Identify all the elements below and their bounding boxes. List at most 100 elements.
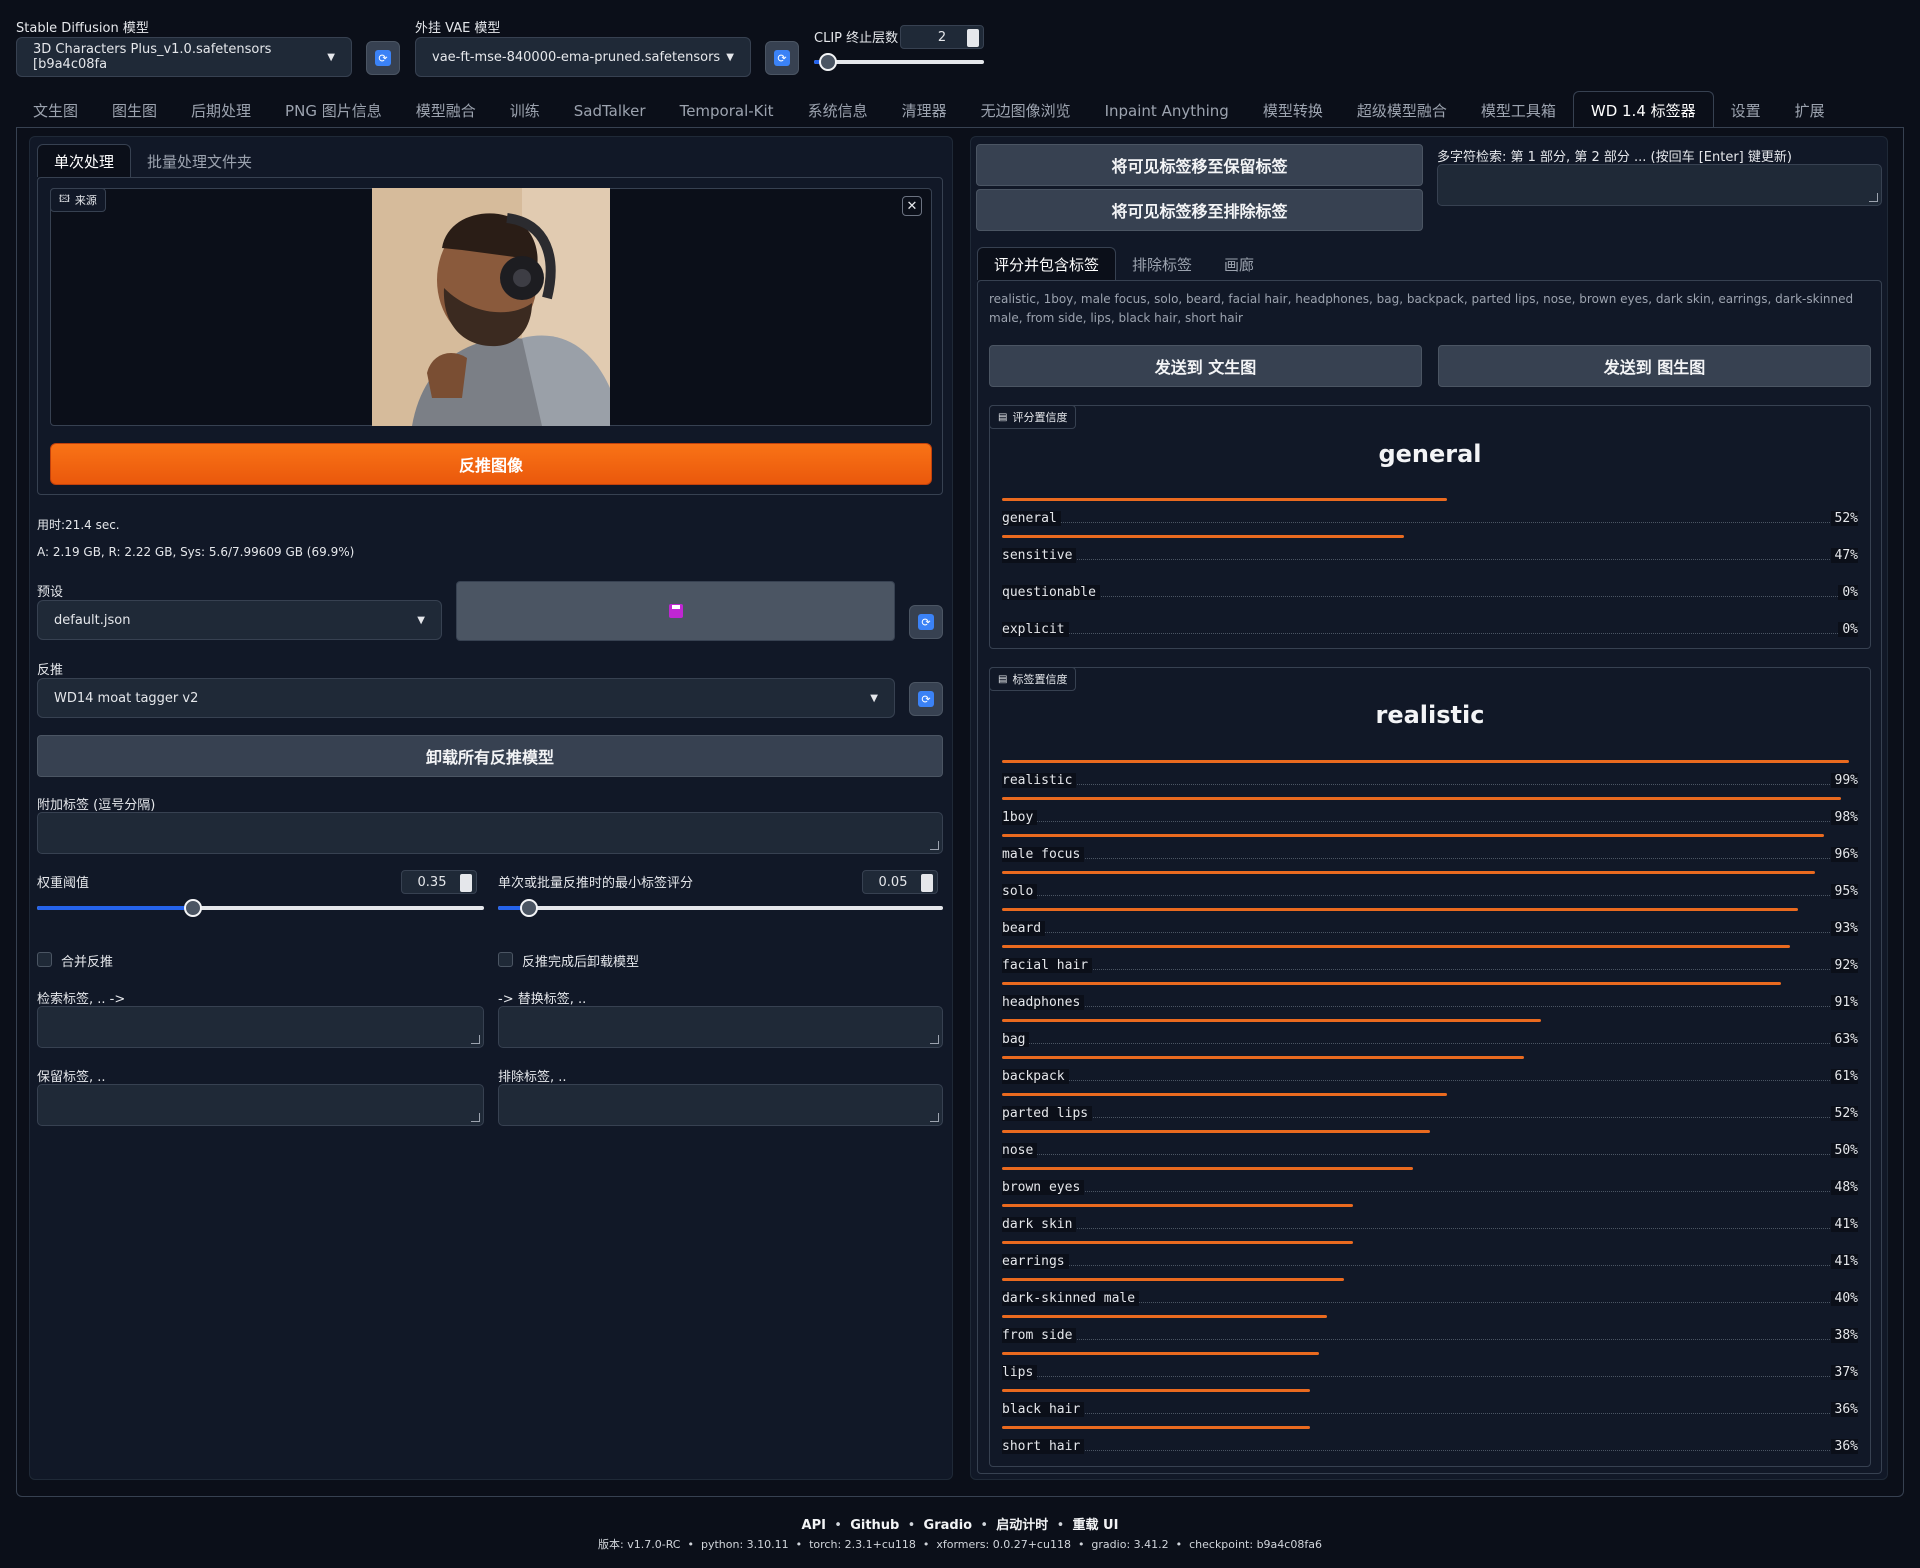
confidence-percent: 37% — [1830, 1365, 1858, 1380]
confidence-row: earrings 41% — [1002, 1241, 1858, 1278]
footer-link-4[interactable]: 重载 UI — [1073, 1518, 1119, 1533]
footer-separator: • — [825, 1518, 851, 1533]
tab-9[interactable]: 清理器 — [885, 92, 964, 128]
tab-1[interactable]: 图生图 — [95, 92, 174, 128]
chevron-down-icon: ▼ — [726, 51, 734, 63]
refresh-vae-button[interactable]: ⟳ — [765, 41, 799, 75]
footer-link-0[interactable]: API — [802, 1518, 826, 1533]
spinner-icon[interactable] — [967, 29, 979, 47]
unload-after-checkbox[interactable] — [498, 952, 513, 967]
tab-7[interactable]: Temporal-Kit — [663, 92, 791, 128]
cumulative-checkbox[interactable] — [37, 952, 52, 967]
save-preset-button[interactable] — [456, 581, 895, 641]
dotted-leader — [1002, 1006, 1858, 1007]
confidence-label: brown eyes — [1002, 1180, 1085, 1195]
confidence-row: bag 63% — [1002, 1019, 1858, 1056]
spinner-icon[interactable] — [921, 874, 933, 892]
tab-11[interactable]: Inpaint Anything — [1088, 92, 1246, 128]
confidence-row: lips 37% — [1002, 1352, 1858, 1389]
vae-dropdown[interactable]: vae-ft-mse-840000-ema-pruned.safetensors… — [415, 37, 751, 77]
tab-3[interactable]: PNG 图片信息 — [268, 92, 399, 128]
tab-8[interactable]: 系统信息 — [791, 92, 885, 128]
confidence-percent: 95% — [1830, 884, 1858, 899]
tab-6[interactable]: SadTalker — [557, 92, 663, 128]
weight-threshold-label: 权重阈值 — [37, 876, 90, 891]
replace-tags-input[interactable] — [498, 1006, 943, 1048]
move-visible-to-keep-button[interactable]: 将可见标签移至保留标签 — [976, 144, 1423, 186]
send-to-img2img-button[interactable]: 发送到 图生图 — [1438, 345, 1871, 387]
confidence-percent: 63% — [1830, 1032, 1858, 1047]
clip-skip-slider[interactable] — [814, 53, 984, 71]
tag-search-input[interactable] — [1437, 164, 1882, 206]
tab-0[interactable]: 文生图 — [16, 92, 95, 128]
refresh-sd-model-button[interactable]: ⟳ — [366, 41, 400, 75]
floppy-disk-icon — [668, 604, 683, 618]
confidence-label: headphones — [1002, 995, 1085, 1010]
confidence-label: facial hair — [1002, 958, 1093, 973]
confidence-label: 1boy — [1002, 810, 1038, 825]
tab-2[interactable]: 后期处理 — [174, 92, 268, 128]
tag-top-label: realistic — [1375, 701, 1485, 729]
interrogator-dropdown[interactable]: WD14 moat tagger v2 ▼ — [37, 678, 895, 718]
tab-13[interactable]: 超级模型融合 — [1340, 92, 1464, 128]
clip-skip-input[interactable]: 2 — [900, 25, 984, 49]
send-to-txt2img-button[interactable]: 发送到 文生图 — [989, 345, 1422, 387]
subtab-excluded-tags[interactable]: 排除标签 — [1116, 248, 1208, 280]
tab-15[interactable]: WD 1.4 标签器 — [1572, 91, 1714, 128]
confidence-percent: 41% — [1830, 1217, 1858, 1232]
footer-link-3[interactable]: 启动计时 — [996, 1518, 1048, 1533]
unload-all-models-button[interactable]: 卸载所有反推模型 — [37, 735, 943, 777]
weight-threshold-slider[interactable] — [37, 899, 484, 917]
footer-separator: • — [1048, 1518, 1073, 1533]
dotted-leader — [1002, 784, 1858, 785]
footer-link-1[interactable]: Github — [850, 1518, 899, 1533]
spinner-icon[interactable] — [460, 874, 472, 892]
tab-4[interactable]: 模型融合 — [399, 92, 493, 128]
confidence-row: general 52% — [1002, 498, 1858, 535]
clip-skip-slider-thumb[interactable] — [818, 53, 837, 71]
subtab-gallery[interactable]: 画廊 — [1208, 248, 1270, 280]
weight-threshold-input[interactable]: 0.35 — [401, 870, 477, 894]
min-score-slider[interactable] — [498, 899, 943, 917]
search-tags-input[interactable] — [37, 1006, 484, 1048]
preset-dropdown[interactable]: default.json ▼ — [37, 600, 442, 640]
chart-icon: ▤ — [998, 673, 1008, 685]
clear-image-icon[interactable]: ✕ — [902, 196, 922, 216]
confidence-label: short hair — [1002, 1439, 1085, 1454]
tab-14[interactable]: 模型工具箱 — [1464, 92, 1573, 128]
exclude-tags-input[interactable] — [498, 1084, 943, 1126]
confidence-percent: 40% — [1830, 1291, 1858, 1306]
confidence-label: nose — [1002, 1143, 1038, 1158]
subtab-single[interactable]: 单次处理 — [37, 144, 132, 177]
additional-tags-input[interactable] — [37, 812, 943, 854]
subtab-rated-tags[interactable]: 评分并包含标签 — [977, 247, 1117, 280]
subtab-batch[interactable]: 批量处理文件夹 — [131, 145, 268, 177]
confidence-percent: 47% — [1830, 548, 1858, 563]
confidence-bar — [1002, 1056, 1525, 1059]
dotted-leader — [1002, 821, 1858, 822]
tab-17[interactable]: 扩展 — [1778, 92, 1842, 128]
min-score-label: 单次或批量反推时的最小标签评分 — [498, 876, 694, 891]
tab-5[interactable]: 训练 — [493, 92, 557, 128]
confidence-bar — [1002, 1204, 1353, 1207]
dotted-leader — [1002, 1154, 1858, 1155]
tab-12[interactable]: 模型转换 — [1246, 92, 1340, 128]
tag-confidence-list: realistic 99% 1boy 98% male focus 96% solo 95% b… — [1002, 760, 1858, 1465]
tab-16[interactable]: 设置 — [1714, 92, 1778, 128]
tab-10[interactable]: 无边图像浏览 — [964, 92, 1088, 128]
preset-value: default.json — [54, 612, 131, 628]
exclude-tags-label: 排除标签, .. — [498, 1070, 567, 1085]
confidence-row: parted lips 52% — [1002, 1093, 1858, 1130]
footer-link-2[interactable]: Gradio — [924, 1518, 973, 1533]
refresh-interrogator-button[interactable]: ⟳ — [909, 682, 943, 716]
confidence-bar — [1002, 945, 1790, 948]
source-image — [372, 188, 610, 426]
min-score-input[interactable]: 0.05 — [862, 870, 938, 894]
interrogate-button[interactable]: 反推图像 — [50, 443, 932, 485]
refresh-preset-button[interactable]: ⟳ — [909, 605, 943, 639]
confidence-row: solo 95% — [1002, 871, 1858, 908]
move-visible-to-exclude-button[interactable]: 将可见标签移至排除标签 — [976, 189, 1423, 231]
keep-tags-input[interactable] — [37, 1084, 484, 1126]
confidence-row: male focus 96% — [1002, 834, 1858, 871]
sd-model-dropdown[interactable]: 3D Characters Plus_v1.0.safetensors [b9a… — [16, 37, 352, 77]
